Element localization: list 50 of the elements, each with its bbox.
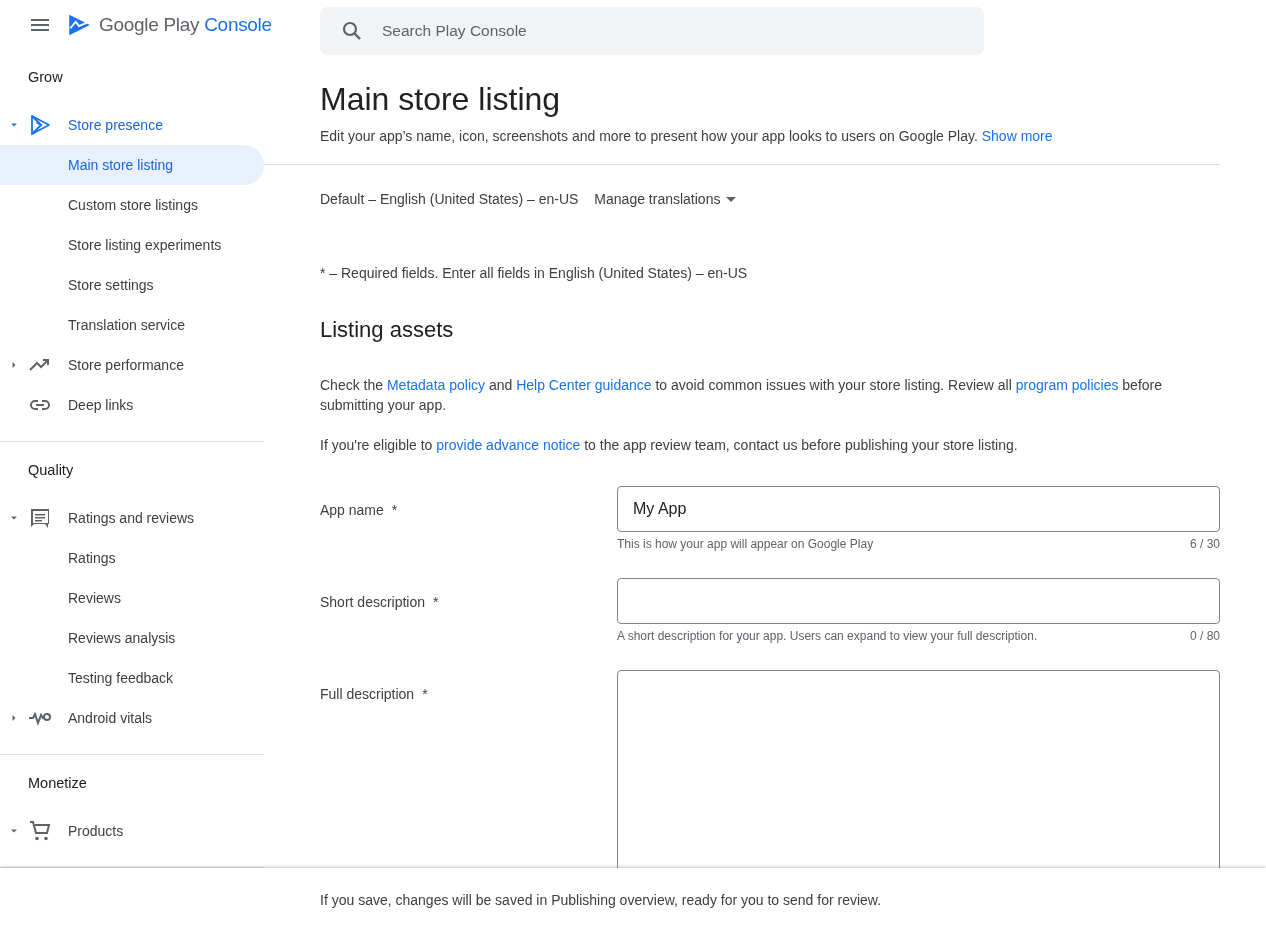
section-heading: Monetize: [27, 774, 88, 793]
search-field[interactable]: Search Play Console: [320, 7, 984, 55]
cart-icon: [28, 819, 52, 843]
show-more-link[interactable]: Show more: [981, 128, 1053, 144]
required-note: * – Required fields. Enter all fields in English (United States) – en-US: [320, 264, 749, 283]
section-title: Listing assets: [320, 316, 455, 344]
policy-link[interactable]: provide advance notice: [436, 437, 581, 453]
text-field[interactable]: [617, 578, 1220, 624]
field-label: Full description: [320, 685, 415, 704]
nav-item[interactable]: Translation service: [0, 305, 264, 345]
info-paragraph: If you're eligible to provide advance notice to the app review team, contact us before publishing your store listing.: [320, 436, 1019, 455]
info-paragraph: Check the Metadata policy and Help Center guidance to avoid common issues with your store listing. Review all program policies before submitting your app.: [320, 376, 1164, 415]
section-heading: Quality: [27, 461, 75, 480]
nav-item[interactable]: Store settings: [0, 265, 264, 305]
policy-link[interactable]: Help Center guidance: [516, 377, 652, 393]
nav-item[interactable]: Products: [0, 811, 264, 851]
nav-item[interactable]: Android vitals: [0, 698, 264, 738]
policy-link[interactable]: program policies: [1015, 377, 1119, 393]
manage-translations-button[interactable]: Manage translations: [594, 181, 737, 217]
required-mark: *: [433, 593, 439, 612]
nav-item[interactable]: Reviews: [0, 578, 264, 618]
page-title: Main store listing: [320, 80, 562, 119]
brand-name: Google Play Console: [99, 13, 272, 36]
page-description: Edit your app’s name, icon, screenshots and more to present how your app looks to users on Google Play.: [320, 128, 979, 144]
nav-item[interactable]: Custom store listings: [0, 185, 264, 225]
helper-text: A short description for your app. Users can expand to view your full description.: [617, 628, 1038, 644]
helper-text: This is how your app will appear on Google Play: [617, 536, 874, 552]
nav-item[interactable]: Deep links: [0, 385, 264, 425]
field-label: Short description: [320, 593, 426, 612]
required-mark: *: [422, 685, 428, 704]
character-counter: 6 / 30: [1189, 536, 1220, 552]
caret-down-icon: [726, 196, 737, 202]
nav-item[interactable]: Store performance: [0, 345, 264, 385]
nav-item[interactable]: Store presence: [0, 105, 264, 145]
comment-icon: [28, 506, 52, 530]
language-label: Default – English (United States) – en-US: [320, 191, 579, 207]
field-label: App name: [320, 501, 384, 520]
policy-link[interactable]: Metadata policy: [386, 377, 485, 393]
nav-item[interactable]: Ratings: [0, 538, 264, 578]
save-notice: If you save, changes will be saved in Publishing overview, ready for you to send for review.: [320, 892, 882, 908]
play-icon: [28, 113, 52, 137]
nav-item[interactable]: Store listing experiments: [0, 225, 264, 265]
nav-item[interactable]: Ratings and reviews: [0, 498, 264, 538]
nav-item[interactable]: Testing feedback: [0, 658, 264, 698]
required-mark: *: [391, 501, 398, 520]
nav-item[interactable]: Main store listing: [0, 145, 264, 185]
character-counter: 0 / 80: [1189, 628, 1220, 644]
text-field[interactable]: My App: [617, 486, 1220, 532]
section-heading: Grow: [27, 68, 64, 87]
nav-item[interactable]: Reviews analysis: [0, 618, 264, 658]
